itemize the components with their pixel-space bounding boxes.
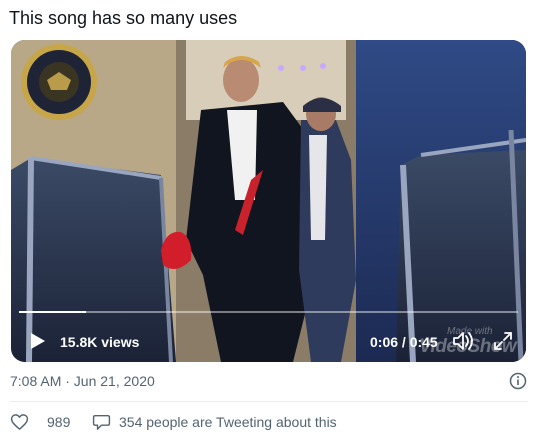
video-player[interactable]: 15.8K views Made with VideoShow 0:06 / 0… [11,40,526,362]
volume-icon[interactable] [451,330,475,352]
discussion-text: 354 people are Tweeting about this [119,414,337,430]
tweet-timestamp[interactable]: 7:08 AM · Jun 21, 2020 [10,373,155,389]
fullscreen-icon[interactable] [492,330,514,352]
divider [10,401,528,402]
discussion-link[interactable]: 354 people are Tweeting about this [92,413,337,431]
info-icon[interactable] [509,372,527,390]
heart-icon [10,414,29,430]
like-button[interactable]: 989 [10,413,70,431]
progress-fill [19,311,86,313]
playback-time: 0:06 / 0:45 [370,334,438,350]
like-count: 989 [47,414,71,430]
view-count: 15.8K views [60,334,140,350]
progress-bar[interactable] [19,311,518,313]
speech-bubble-icon [92,414,111,430]
play-icon[interactable] [27,331,47,351]
tweet-text: This song has so many uses [9,8,238,28]
video-frame [11,40,526,362]
